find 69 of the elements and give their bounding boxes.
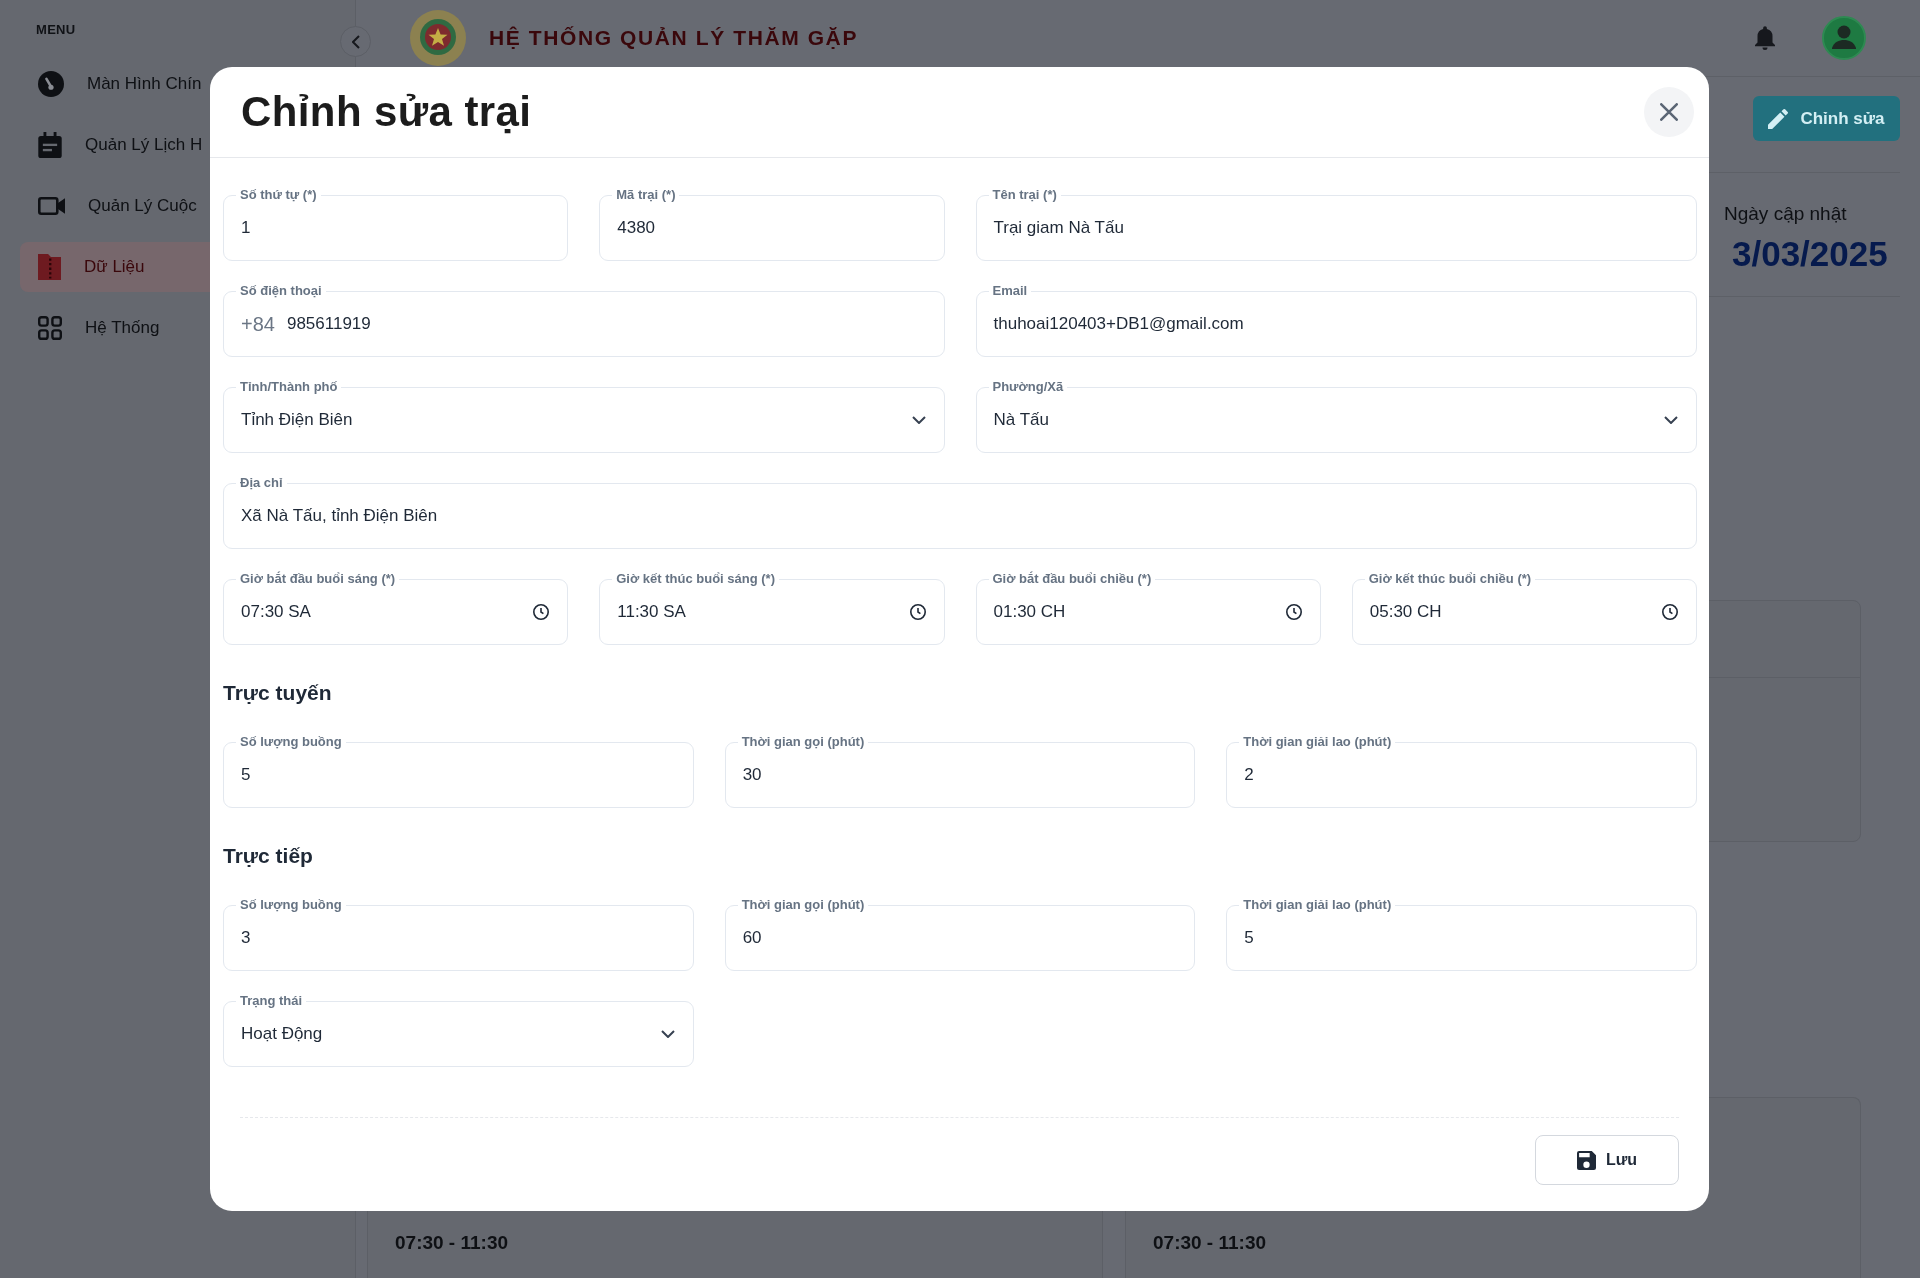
text-field[interactable]: Thời gian giải lao (phút) 2 (1226, 734, 1697, 808)
field-label: Thời gian giải lao (phút) (1242, 734, 1393, 750)
chevron-down-icon (660, 1030, 675, 1038)
edit-button[interactable]: Chỉnh sửa (1753, 96, 1900, 141)
gauge-icon (38, 71, 64, 97)
field-label: Giờ kết thúc buổi chiều (*) (1367, 571, 1533, 587)
video-camera-icon (38, 197, 65, 215)
field-label: Trạng thái (239, 993, 304, 1009)
text-field[interactable]: Thời gian gọi (phút) 60 (724, 897, 1196, 971)
field-label: Mã trại (*) (615, 187, 677, 203)
text-field[interactable]: Email thuhoai120403+DB1@gmail.com (975, 283, 1697, 357)
field-label: Thời gian gọi (phút) (740, 897, 866, 913)
clock-icon (909, 604, 926, 620)
field-label: Giờ bắt đầu buổi sáng (*) (239, 571, 397, 587)
avatar-icon[interactable] (1822, 16, 1866, 60)
field-label: Thời gian giải lao (phút) (1242, 897, 1393, 913)
text-field[interactable]: Số thứ tự (*) 1 (223, 187, 569, 261)
chevron-down-icon (911, 416, 926, 424)
dialog-title: Chỉnh sửa trại (241, 87, 532, 137)
save-button[interactable]: Lưu (1535, 1135, 1679, 1185)
text-field[interactable]: Thời gian giải lao (phút) 5 (1226, 897, 1697, 971)
field-label: Số lượng buồng (239, 734, 343, 750)
field-label: Email (991, 283, 1029, 299)
date-value: 3/03/2025 (1731, 233, 1889, 275)
text-field[interactable]: Địa chỉ Xã Nà Tấu, tỉnh Điện Biên (223, 475, 1697, 549)
clock-icon (1285, 604, 1302, 620)
menu-heading: MENU (35, 22, 77, 38)
field-label: Giờ kết thúc buổi sáng (*) (615, 571, 776, 587)
chevron-down-icon (1664, 416, 1678, 424)
time-range-text: 07:30 - 11:30 (395, 1231, 510, 1255)
clock-icon (1662, 604, 1678, 620)
chevron-left-icon (351, 34, 360, 49)
text-field[interactable]: Thời gian gọi (phút) 30 (724, 734, 1196, 808)
field-label: Thời gian gọi (phút) (740, 734, 866, 750)
field-label: Số thứ tự (*) (239, 187, 318, 203)
calendar-icon (38, 132, 62, 158)
app-title: HỆ THỐNG QUẢN LÝ THĂM GẶP (489, 25, 858, 51)
select-field[interactable]: Tỉnh/Thành phố Tỉnh Điện Biên (223, 379, 945, 453)
phone-prefix: +84 (241, 312, 275, 337)
time-field[interactable]: Giờ bắt đầu buổi chiều (*) 01:30 CH (975, 571, 1321, 645)
close-icon (1660, 103, 1678, 121)
field-label: Phường/Xã (991, 379, 1065, 395)
field-label: Giờ bắt đầu buổi chiều (*) (991, 571, 1153, 587)
collapse-button[interactable] (340, 26, 371, 57)
field-label: Số lượng buồng (239, 897, 343, 913)
select-field[interactable]: Phường/Xã Nà Tấu (975, 379, 1697, 453)
time-field[interactable]: Giờ bắt đầu buổi sáng (*) 07:30 SA (223, 571, 569, 645)
field-label: Địa chỉ (239, 475, 284, 491)
bell-icon[interactable] (1755, 26, 1775, 50)
close-button[interactable] (1644, 87, 1694, 137)
text-field[interactable]: Tên trại (*) Trại giam Nà Tấu (975, 187, 1697, 261)
section-heading: Trực tiếp (223, 843, 314, 869)
emblem-logo (410, 10, 466, 66)
folder-icon (38, 254, 61, 280)
grid-icon (38, 316, 62, 340)
field-label: Tên trại (*) (991, 187, 1058, 203)
phone-field[interactable]: Số điện thoại +84 985611919 (223, 283, 945, 357)
date-label: Ngày cập nhật (1724, 202, 1848, 226)
text-field[interactable]: Mã trại (*) 4380 (599, 187, 945, 261)
select-field[interactable]: Trạng thái Hoạt Động (223, 993, 694, 1067)
time-field[interactable]: Giờ kết thúc buổi chiều (*) 05:30 CH (1351, 571, 1697, 645)
text-field[interactable]: Số lượng buồng 5 (223, 734, 694, 808)
pencil-icon (1768, 108, 1789, 129)
section-heading: Trực tuyến (223, 680, 333, 706)
clock-icon (533, 604, 550, 620)
field-label: Tỉnh/Thành phố (239, 379, 339, 395)
time-field[interactable]: Giờ kết thúc buổi sáng (*) 11:30 SA (599, 571, 945, 645)
text-field[interactable]: Số lượng buồng 3 (223, 897, 694, 971)
time-range-text: 07:30 - 11:30 (1153, 1231, 1268, 1255)
